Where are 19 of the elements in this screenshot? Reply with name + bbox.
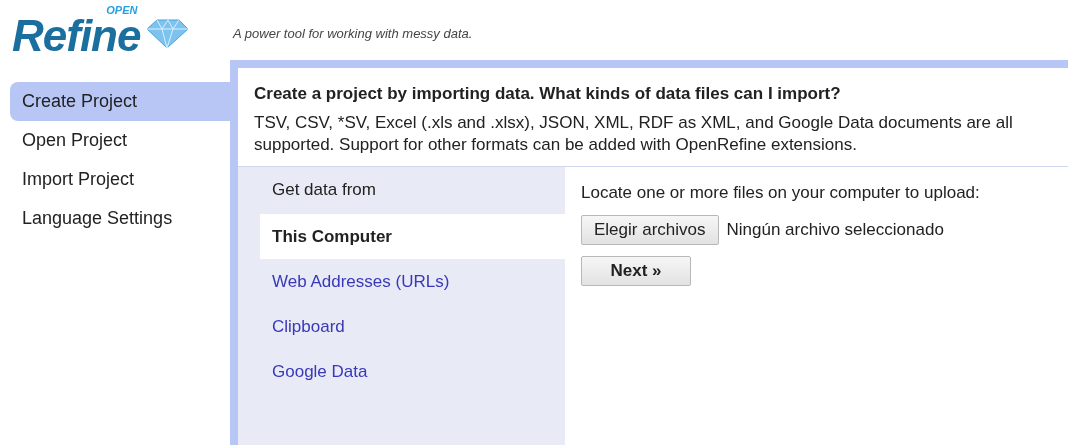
next-button[interactable]: Next » (581, 256, 691, 286)
sidebar-item[interactable]: Import Project (10, 160, 230, 199)
sidebar-item[interactable]: Language Settings (10, 199, 230, 238)
heading: Create a project by importing data. What kinds of data files can I import? (254, 84, 842, 104)
diamond-icon (145, 17, 190, 49)
source-tab[interactable]: This Computer (260, 214, 565, 259)
source-tab[interactable]: Web Addresses (URLs) (260, 259, 565, 304)
upload-prompt: Locate one or more files on your computer to upload: (581, 183, 981, 203)
sidebar-item[interactable]: Create Project (10, 82, 230, 121)
description: TSV, CSV, *SV, Excel (.xls and .xlsx), JSON, XML, RDF as XML, and Google Data documents are all supported. Support for other formats can be added with OpenRefine extensions. (254, 112, 1014, 156)
source-tab[interactable]: Google Data (260, 349, 565, 394)
logo-superscript: OPEN (106, 4, 138, 16)
sidebar-item[interactable]: Open Project (10, 121, 230, 160)
source-tab[interactable]: Clipboard (260, 304, 565, 349)
file-status: Ningún archivo seleccionado (726, 220, 944, 240)
source-header: Get data from (271, 179, 377, 201)
logo-wordmark: Refine (12, 15, 142, 56)
choose-files-button[interactable]: Elegir archivos (581, 215, 719, 245)
tagline: A power tool for working with messy data. (233, 25, 473, 41)
